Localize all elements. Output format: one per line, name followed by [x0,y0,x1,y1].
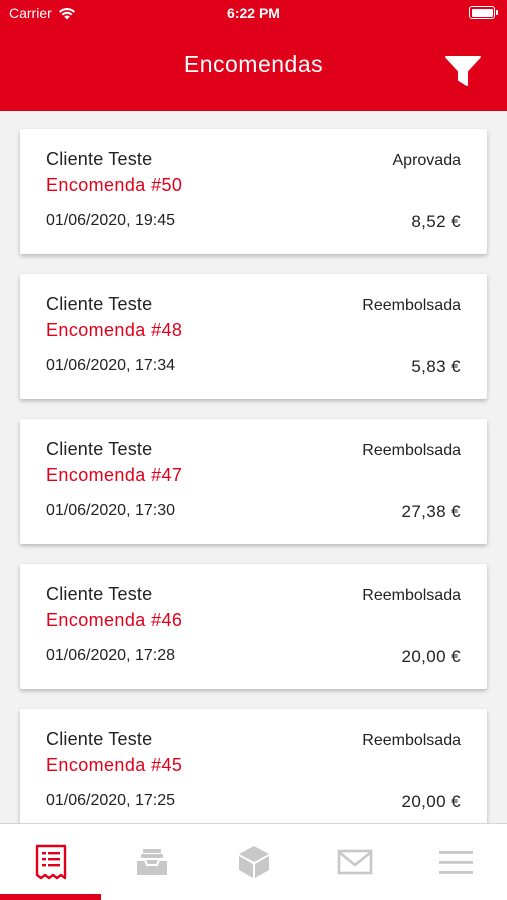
order-status: Reembolsada [362,442,461,459]
order-date: 01/06/2020, 17:34 [46,357,176,374]
client-name: Cliente Teste [46,729,153,749]
order-amount: 5,83 € [411,357,461,376]
order-status: Aprovada [392,152,462,169]
header-bar: Encomendas [0,27,507,111]
filter-button[interactable] [445,55,481,87]
order-status: Reembolsada [362,297,461,314]
tab-inbox[interactable] [101,824,202,900]
order-date: 01/06/2020, 17:25 [46,792,176,809]
order-number: Encomenda #50 [46,175,183,195]
page-title: Encomendas [183,51,324,77]
status-bar: Carrier 6:22 PM [0,0,507,27]
client-name: Cliente Teste [46,294,153,314]
tab-menu[interactable] [406,824,507,900]
order-card[interactable]: Cliente Teste Encomenda #50 01/06/2020, … [20,129,487,254]
box-icon [238,846,269,878]
order-status: Reembolsada [362,587,461,604]
order-amount: 20,00 € [401,792,461,811]
order-card[interactable]: Cliente Teste Encomenda #48 01/06/2020, … [20,274,487,399]
order-number: Encomenda #45 [46,755,183,775]
active-tab-indicator [0,894,102,900]
order-card[interactable]: Cliente Teste Encomenda #45 01/06/2020, … [20,709,487,823]
order-date: 01/06/2020, 17:30 [46,502,176,519]
order-date: 01/06/2020, 19:45 [46,212,176,229]
order-status: Reembolsada [362,732,461,749]
tab-orders[interactable] [0,824,102,900]
orders-list[interactable]: Cliente Teste Encomenda #50 01/06/2020, … [0,111,507,823]
battery-icon [469,6,498,19]
order-number: Encomenda #47 [46,465,183,485]
order-number: Encomenda #48 [46,320,183,340]
order-amount: 27,38 € [401,502,461,521]
receipt-icon [35,844,66,880]
order-date: 01/06/2020, 17:28 [46,647,176,664]
filter-icon [445,56,481,86]
client-name: Cliente Teste [46,584,153,604]
tab-messages[interactable] [304,824,405,900]
inbox-tray-icon [137,849,168,875]
status-time: 6:22 PM [227,5,280,21]
order-amount: 20,00 € [401,647,461,666]
mail-icon [337,849,373,875]
order-number: Encomenda #46 [46,610,183,630]
client-name: Cliente Teste [46,439,153,459]
order-card[interactable]: Cliente Teste Encomenda #47 01/06/2020, … [20,419,487,544]
client-name: Cliente Teste [46,149,153,169]
order-card[interactable]: Cliente Teste Encomenda #46 01/06/2020, … [20,564,487,689]
tab-bar [0,823,507,900]
order-amount: 8,52 € [411,212,461,231]
tab-products[interactable] [203,824,304,900]
menu-icon [439,851,474,874]
